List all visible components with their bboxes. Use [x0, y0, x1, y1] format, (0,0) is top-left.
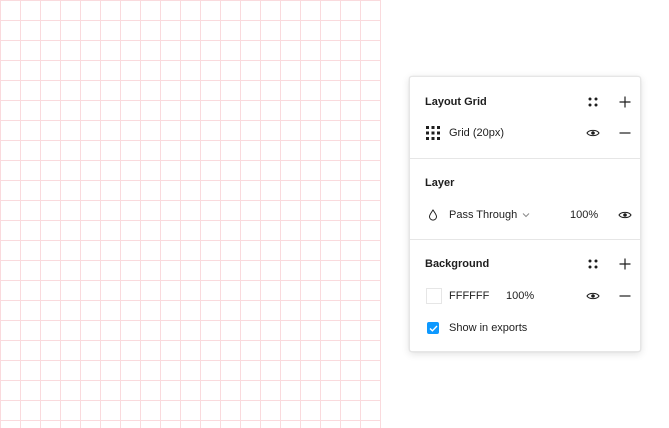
plus-icon[interactable] [615, 92, 635, 112]
eye-icon[interactable] [583, 286, 603, 306]
layer-row: Pass Through 100% [410, 199, 640, 231]
layer-title: Layer [425, 177, 455, 189]
eye-icon[interactable] [583, 123, 603, 143]
blend-drop-icon [423, 205, 443, 225]
blend-mode-select[interactable]: Pass Through [449, 209, 517, 221]
layer-opacity[interactable]: 100% [570, 209, 598, 221]
grid-label[interactable]: Grid (20px) [449, 127, 504, 139]
background-hex-input[interactable]: FFFFFF [449, 290, 489, 302]
background-section: Background FFFFFF 100% Show in exports [410, 239, 640, 351]
grid-icon[interactable] [423, 123, 443, 143]
background-header: Background [410, 248, 640, 280]
plus-icon[interactable] [615, 254, 635, 274]
layout-grid-title: Layout Grid [425, 96, 487, 108]
show-in-exports-checkbox[interactable] [427, 322, 439, 334]
chevron-down-icon[interactable] [520, 205, 532, 225]
check-icon [429, 325, 438, 332]
show-in-exports-row: Show in exports [410, 312, 640, 344]
canvas-grid[interactable] [0, 0, 381, 428]
show-in-exports-label[interactable]: Show in exports [449, 322, 527, 334]
layer-section: Layer Pass Through 100% [410, 158, 640, 239]
background-fill-row: FFFFFF 100% [410, 280, 640, 312]
background-color-swatch[interactable] [426, 288, 442, 304]
background-opacity[interactable]: 100% [506, 290, 534, 302]
styles-icon[interactable] [583, 254, 603, 274]
layout-grid-header: Layout Grid [410, 86, 640, 118]
background-title: Background [425, 258, 490, 270]
layout-grid-section: Layout Grid Grid (20px) [410, 77, 640, 158]
styles-icon[interactable] [583, 92, 603, 112]
properties-panel: Layout Grid Grid (20px) Layer Pass Throu… [409, 76, 641, 352]
minus-icon[interactable] [615, 286, 635, 306]
layer-header: Layer [410, 167, 640, 199]
eye-icon[interactable] [615, 205, 635, 225]
grid-row: Grid (20px) [410, 117, 640, 149]
minus-icon[interactable] [615, 123, 635, 143]
